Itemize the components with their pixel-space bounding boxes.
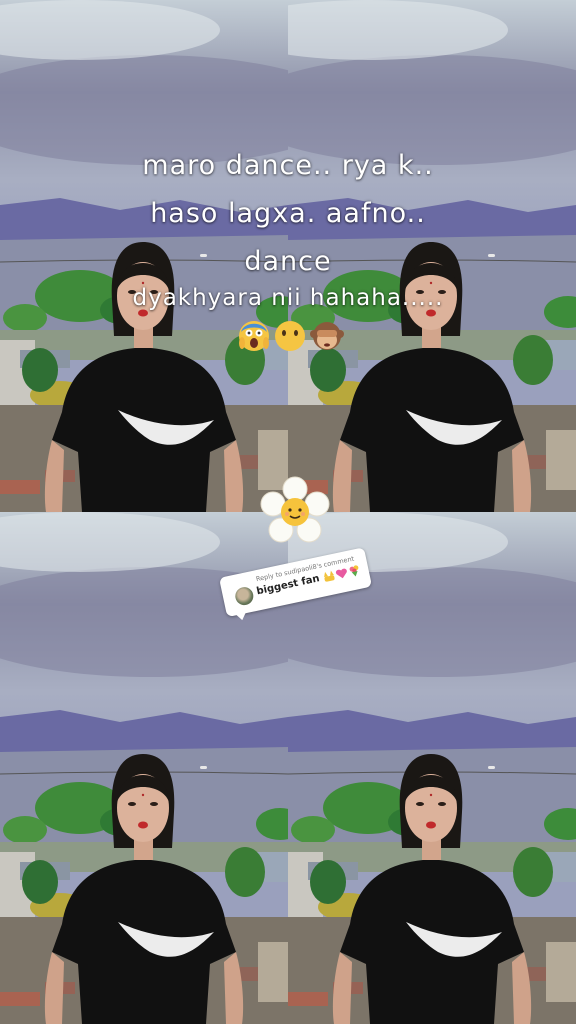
smiling-flower-sticker (258, 476, 332, 546)
caption-line-4: dyakhyara nii hahaha..... (132, 285, 444, 311)
pink-heart-emoji (335, 568, 347, 579)
avatar (233, 585, 255, 607)
caption-line-2: haso lagxa. aafno.. (150, 198, 426, 229)
caption-line-1: maro dance.. rya k.. (142, 150, 434, 181)
raised-hands-emoji (324, 570, 335, 582)
video-frame: maro dance.. rya k.. haso lagxa. aafno..… (0, 0, 576, 1024)
face-without-mouth-emoji (275, 321, 305, 351)
caption-line-3: dance (244, 246, 332, 277)
screaming-face-emoji (239, 321, 269, 351)
bouquet-emoji (349, 565, 359, 577)
caption-emoji-row (236, 318, 346, 354)
see-no-evil-monkey-emoji (310, 322, 344, 350)
